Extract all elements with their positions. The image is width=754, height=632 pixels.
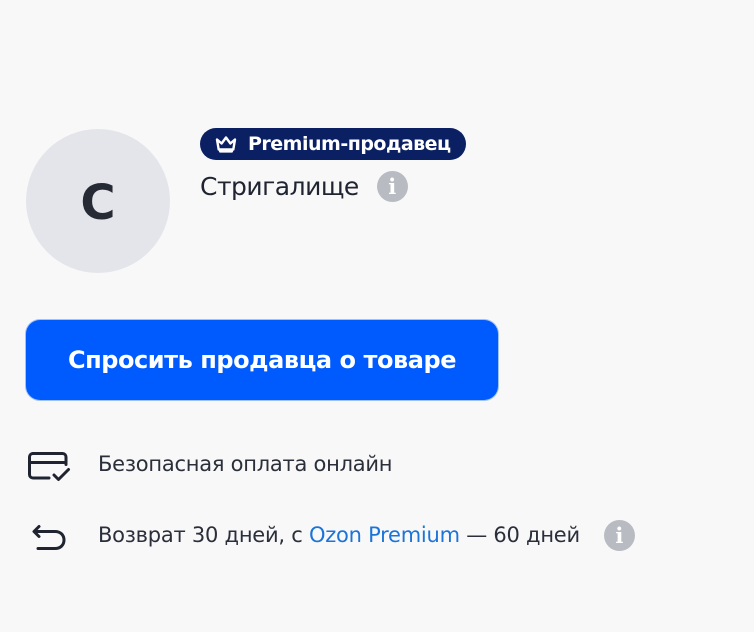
seller-name-row: Стригалище i	[200, 166, 408, 206]
seller-card: C Premium-продавец Стригалище i Спросить…	[0, 0, 754, 632]
premium-seller-badge: Premium-продавец	[200, 128, 466, 160]
secure-payment-text: Безопасная оплата онлайн	[98, 452, 393, 476]
ask-seller-button[interactable]: Спросить продавца о товаре	[26, 320, 498, 400]
return-policy-row: Возврат 30 дней, с Ozon Premium — 60 дне…	[26, 514, 635, 556]
seller-name[interactable]: Стригалище	[200, 172, 359, 201]
info-icon[interactable]: i	[376, 170, 408, 202]
avatar-letter: C	[80, 175, 116, 231]
seller-avatar[interactable]: C	[26, 129, 170, 273]
return-policy-suffix: — 60 дней	[459, 523, 580, 547]
card-check-icon	[26, 444, 74, 484]
return-arrow-icon	[26, 515, 74, 555]
crown-icon	[214, 135, 238, 153]
info-icon[interactable]: i	[603, 519, 635, 551]
return-policy-text: Возврат 30 дней, с Ozon Premium — 60 дне…	[98, 523, 580, 547]
return-policy-prefix: Возврат 30 дней, с	[98, 523, 309, 547]
premium-badge-label: Premium-продавец	[248, 132, 451, 155]
ozon-premium-link[interactable]: Ozon Premium	[309, 523, 460, 547]
secure-payment-row: Безопасная оплата онлайн	[26, 443, 393, 485]
ask-seller-button-label: Спросить продавца о товаре	[67, 346, 457, 374]
